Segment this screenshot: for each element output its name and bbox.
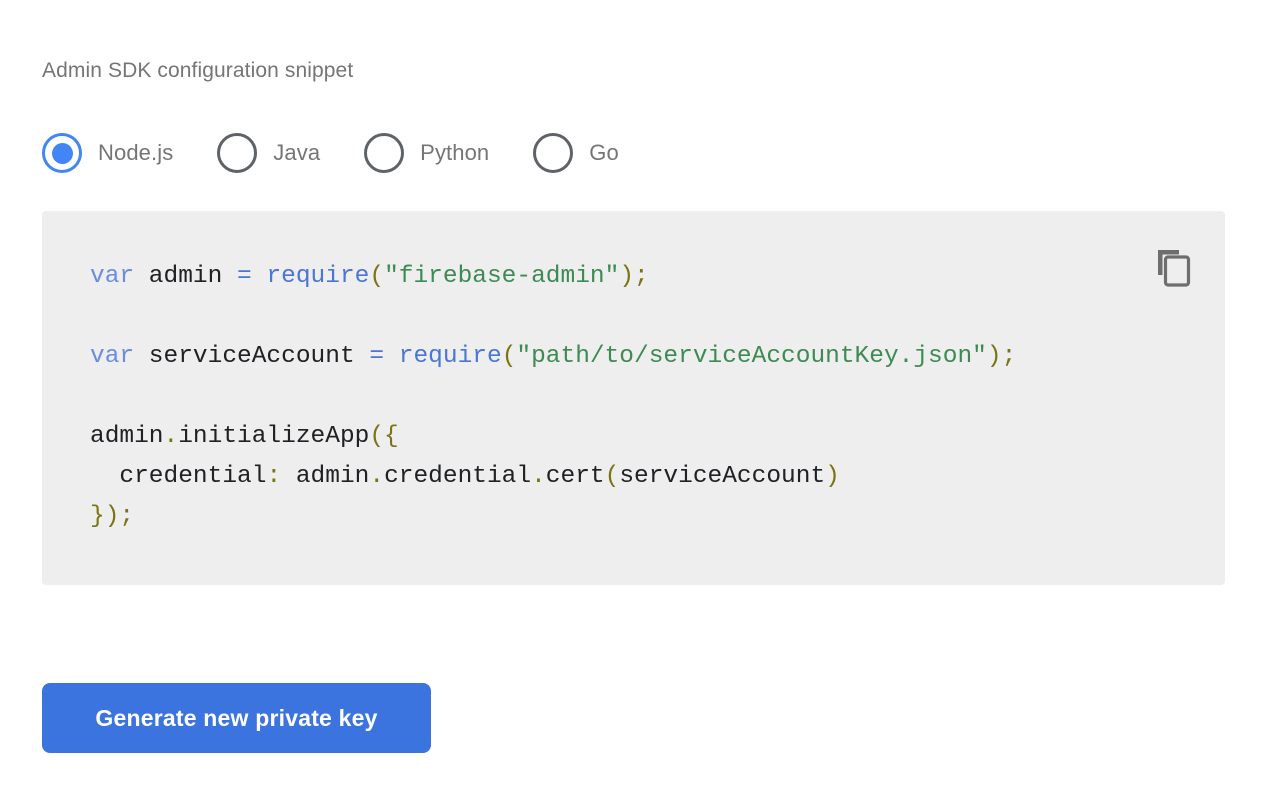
code-token: var [90, 263, 135, 290]
code-token: ) [986, 343, 1002, 370]
code-line: var admin = require("firebase-admin"); [90, 257, 1205, 297]
code-token: . [369, 463, 385, 490]
code-token: ; [1001, 343, 1017, 370]
code-line: credential: admin.credential.cert(servic… [90, 457, 1205, 497]
code-token: "firebase-admin" [384, 263, 620, 290]
code-token: = [237, 263, 252, 290]
code-line: }); [90, 497, 1205, 537]
code-token: }); [90, 503, 135, 530]
code-token: "path/to/serviceAccountKey.json" [516, 343, 987, 370]
code-snippet-panel: var admin = require("firebase-admin"); v… [42, 211, 1225, 585]
code-token: ) [825, 463, 840, 490]
code-token: admin [281, 463, 370, 490]
language-radio-label: Node.js [98, 140, 174, 165]
code-token: . [163, 423, 179, 450]
code-token: serviceAccount [134, 343, 370, 370]
language-radio-python[interactable]: Python [364, 130, 489, 176]
language-radio-java[interactable]: Java [217, 130, 320, 176]
code-line: var serviceAccount = require("path/to/se… [90, 337, 1205, 377]
code-token: . [531, 463, 546, 490]
code-token: serviceAccount [619, 463, 826, 490]
generate-new-private-key-button[interactable]: Generate new private key [42, 683, 431, 753]
radio-unselected-icon[interactable] [533, 133, 574, 173]
code-token: initializeApp [178, 423, 370, 450]
code-token: ( [501, 343, 517, 370]
language-radio-label: Go [589, 140, 619, 165]
radio-selected-icon[interactable] [42, 133, 82, 173]
language-radio-go[interactable]: Go [533, 130, 619, 176]
page-title: Admin SDK configuration snippet [42, 59, 354, 82]
code-token: = [369, 343, 385, 370]
code-token: ( [604, 463, 620, 490]
code-token: ; [634, 263, 649, 290]
code-token: admin [134, 263, 238, 290]
code-token: admin [90, 423, 164, 450]
language-radio-label: Python [420, 140, 490, 165]
language-radio-label: Java [273, 140, 321, 165]
code-token: ( [369, 263, 385, 290]
radio-unselected-icon[interactable] [364, 133, 405, 173]
code-token: : [266, 463, 282, 490]
code-token: credential [90, 463, 267, 490]
code-token: ) [619, 263, 635, 290]
code-token: var [90, 343, 135, 370]
code-snippet-text: var admin = require("firebase-admin"); v… [90, 257, 1205, 537]
code-token: ({ [369, 423, 399, 450]
code-token: credential [384, 463, 532, 490]
code-line: admin.initializeApp({ [90, 417, 1205, 457]
language-radio-node-js[interactable]: Node.js [42, 130, 173, 176]
radio-unselected-icon[interactable] [217, 133, 258, 173]
code-token: cert [545, 463, 605, 490]
admin-sdk-config-panel: Admin SDK configuration snippet Node.js J… [0, 0, 1266, 800]
code-token: require [266, 263, 370, 290]
code-token: require [398, 343, 502, 370]
copy-icon[interactable] [1151, 243, 1195, 287]
language-radio-group: Node.js Java Python Go [42, 130, 619, 176]
